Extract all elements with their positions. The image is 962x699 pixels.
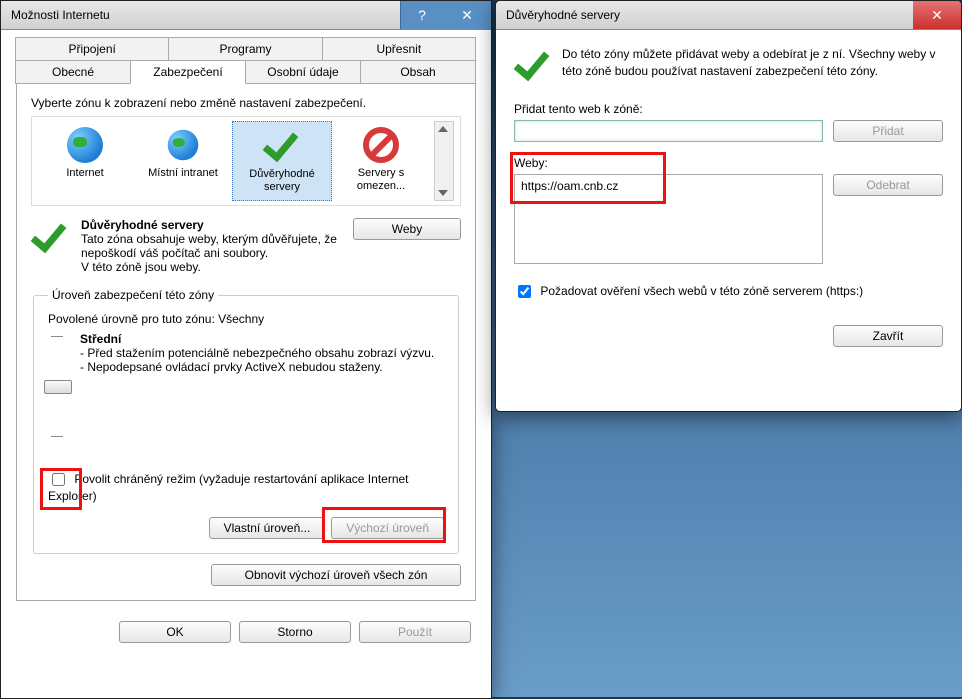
sites-button[interactable]: Weby bbox=[353, 218, 461, 240]
close-button[interactable]: ✕ bbox=[443, 1, 491, 29]
protected-mode-label[interactable]: Povolit chráněný režim (vyžaduje restart… bbox=[48, 472, 409, 503]
dialog-title: Důvěryhodné servery bbox=[506, 8, 620, 22]
level-name: Střední bbox=[80, 332, 121, 346]
checkmark-icon bbox=[31, 218, 69, 256]
tab-content[interactable]: Obsah bbox=[360, 60, 476, 84]
tab-security[interactable]: Zabezpečení bbox=[130, 60, 246, 84]
apply-button[interactable]: Použít bbox=[359, 621, 471, 643]
ok-button[interactable]: OK bbox=[119, 621, 231, 643]
security-level-legend: Úroveň zabezpečení této zóny bbox=[48, 288, 218, 302]
tab-advanced[interactable]: Upřesnit bbox=[322, 37, 476, 61]
protected-mode-checkbox[interactable] bbox=[52, 473, 65, 486]
security-tab-body: Vyberte zónu k zobrazení nebo změně nast… bbox=[16, 83, 476, 601]
prohibit-icon bbox=[336, 127, 426, 163]
tab-privacy[interactable]: Osobní údaje bbox=[245, 60, 361, 84]
zone-local-intranet[interactable]: Místní intranet bbox=[134, 121, 232, 201]
trusted-sites-dialog: Důvěryhodné servery ✕ Do této zóny můžet… bbox=[495, 0, 962, 412]
cancel-button[interactable]: Storno bbox=[239, 621, 351, 643]
add-site-label: Přidat tento web k zóně: bbox=[514, 102, 943, 116]
remove-site-button[interactable]: Odebrat bbox=[833, 174, 943, 196]
zone-restricted-sites[interactable]: Servery s omezen... bbox=[332, 121, 430, 201]
security-level-group: Úroveň zabezpečení této zóny Povolené úr… bbox=[33, 288, 459, 554]
reset-all-zones-button[interactable]: Obnovit výchozí úroveň všech zón bbox=[211, 564, 461, 586]
checkmark-icon bbox=[514, 46, 552, 84]
allowed-levels-text: Povolené úrovně pro tuto zónu: Všechny bbox=[48, 312, 444, 326]
zones-listbox[interactable]: Internet Místní intranet Důvěryhodné ser… bbox=[31, 116, 461, 206]
intro-text: Do této zóny můžete přidávat weby a odeb… bbox=[562, 46, 943, 80]
zone-internet[interactable]: Internet bbox=[36, 121, 134, 201]
checkmark-icon bbox=[237, 128, 327, 164]
site-entry[interactable]: https://oam.cnb.cz bbox=[521, 179, 816, 193]
trusted-desc-line1: Tato zóna obsahuje weby, kterým důvěřuje… bbox=[81, 232, 337, 260]
zones-scrollbar[interactable] bbox=[434, 121, 454, 201]
titlebar-internet-options[interactable]: Možnosti Internetu ? ✕ bbox=[1, 1, 491, 30]
help-button[interactable]: ? bbox=[400, 1, 443, 29]
level-desc-line1: - Před stažením potenciálně nebezpečného… bbox=[80, 346, 434, 360]
sites-label: Weby: bbox=[514, 156, 943, 170]
globe-monitor-icon bbox=[138, 127, 228, 163]
close-button[interactable]: ✕ bbox=[913, 1, 961, 29]
tab-programs[interactable]: Programy bbox=[168, 37, 322, 61]
require-https-checkbox[interactable] bbox=[518, 285, 531, 298]
add-site-button[interactable]: Přidat bbox=[833, 120, 943, 142]
titlebar-trusted-sites[interactable]: Důvěryhodné servery ✕ bbox=[496, 1, 961, 30]
close-dialog-button[interactable]: Zavřít bbox=[833, 325, 943, 347]
internet-options-dialog: Možnosti Internetu ? ✕ Připojení Program… bbox=[0, 0, 492, 699]
trusted-desc-line2: V této zóně jsou weby. bbox=[81, 260, 201, 274]
zone-prompt: Vyberte zónu k zobrazení nebo změně nast… bbox=[31, 96, 461, 110]
zone-trusted-sites[interactable]: Důvěryhodné servery bbox=[232, 121, 332, 201]
require-https-label[interactable]: Požadovat ověření všech webů v této zóně… bbox=[514, 284, 863, 298]
custom-level-button[interactable]: Vlastní úroveň... bbox=[209, 517, 326, 539]
globe-icon bbox=[40, 127, 130, 163]
tab-general[interactable]: Obecné bbox=[15, 60, 131, 84]
default-level-button[interactable]: Výchozí úroveň bbox=[331, 517, 444, 539]
level-desc-line2: - Nepodepsané ovládací prvky ActiveX neb… bbox=[80, 360, 383, 374]
security-level-slider[interactable] bbox=[48, 332, 66, 442]
trusted-title: Důvěryhodné servery bbox=[81, 218, 204, 232]
sites-listbox[interactable]: https://oam.cnb.cz bbox=[514, 174, 823, 264]
tab-connections[interactable]: Připojení bbox=[15, 37, 169, 61]
add-site-input[interactable] bbox=[514, 120, 823, 142]
dialog-title: Možnosti Internetu bbox=[11, 8, 110, 22]
